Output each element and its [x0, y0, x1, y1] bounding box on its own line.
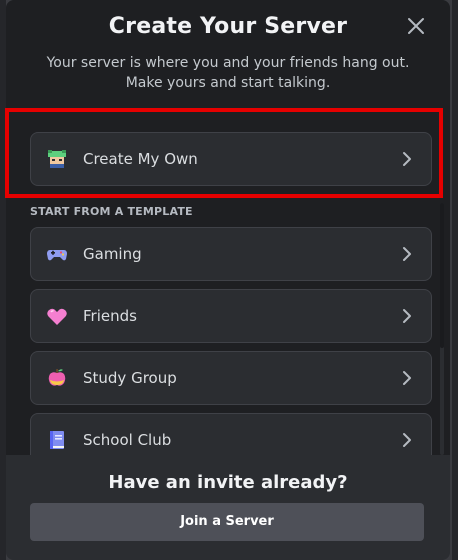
- book-icon: [45, 428, 69, 452]
- template-friends-label: Friends: [83, 307, 137, 325]
- create-own-icon: [45, 147, 69, 171]
- template-gaming-label: Gaming: [83, 245, 142, 263]
- chevron-right-icon: [401, 431, 413, 449]
- chevron-right-icon: [401, 245, 413, 263]
- template-study-group-button[interactable]: Study Group: [30, 351, 432, 405]
- modal-footer: Have an invite already? Join a Server: [6, 455, 450, 560]
- template-school-club-button[interactable]: School Club: [30, 413, 432, 455]
- chevron-right-icon: [401, 369, 413, 387]
- create-server-modal: Create Your Server Your server is where …: [6, 0, 450, 560]
- template-friends-button[interactable]: Friends: [30, 289, 432, 343]
- template-section-label: START FROM A TEMPLATE: [30, 205, 193, 218]
- backdrop-edge-right: [452, 0, 458, 560]
- modal-subtitle: Your server is where you and your friend…: [46, 55, 410, 91]
- invite-heading: Have an invite already?: [108, 472, 348, 493]
- close-icon[interactable]: [404, 14, 428, 38]
- template-study-group-label: Study Group: [83, 369, 177, 387]
- template-gaming-button[interactable]: Gaming: [30, 227, 432, 281]
- join-server-button[interactable]: Join a Server: [30, 503, 424, 541]
- scrollbar-thumb[interactable]: [440, 203, 444, 348]
- chevron-right-icon: [401, 307, 413, 325]
- create-my-own-button[interactable]: Create My Own: [30, 132, 432, 186]
- modal-header: Create Your Server Your server is where …: [6, 0, 450, 105]
- chevron-right-icon: [401, 150, 413, 168]
- gamepad-icon: [45, 242, 69, 266]
- apple-icon: [45, 366, 69, 390]
- create-my-own-label: Create My Own: [83, 150, 198, 168]
- options-scroll-area[interactable]: Create My Own START FROM A TEMPLATE Gami…: [6, 105, 450, 455]
- template-school-club-label: School Club: [83, 431, 172, 449]
- heart-icon: [45, 304, 69, 328]
- modal-title: Create Your Server: [108, 14, 348, 39]
